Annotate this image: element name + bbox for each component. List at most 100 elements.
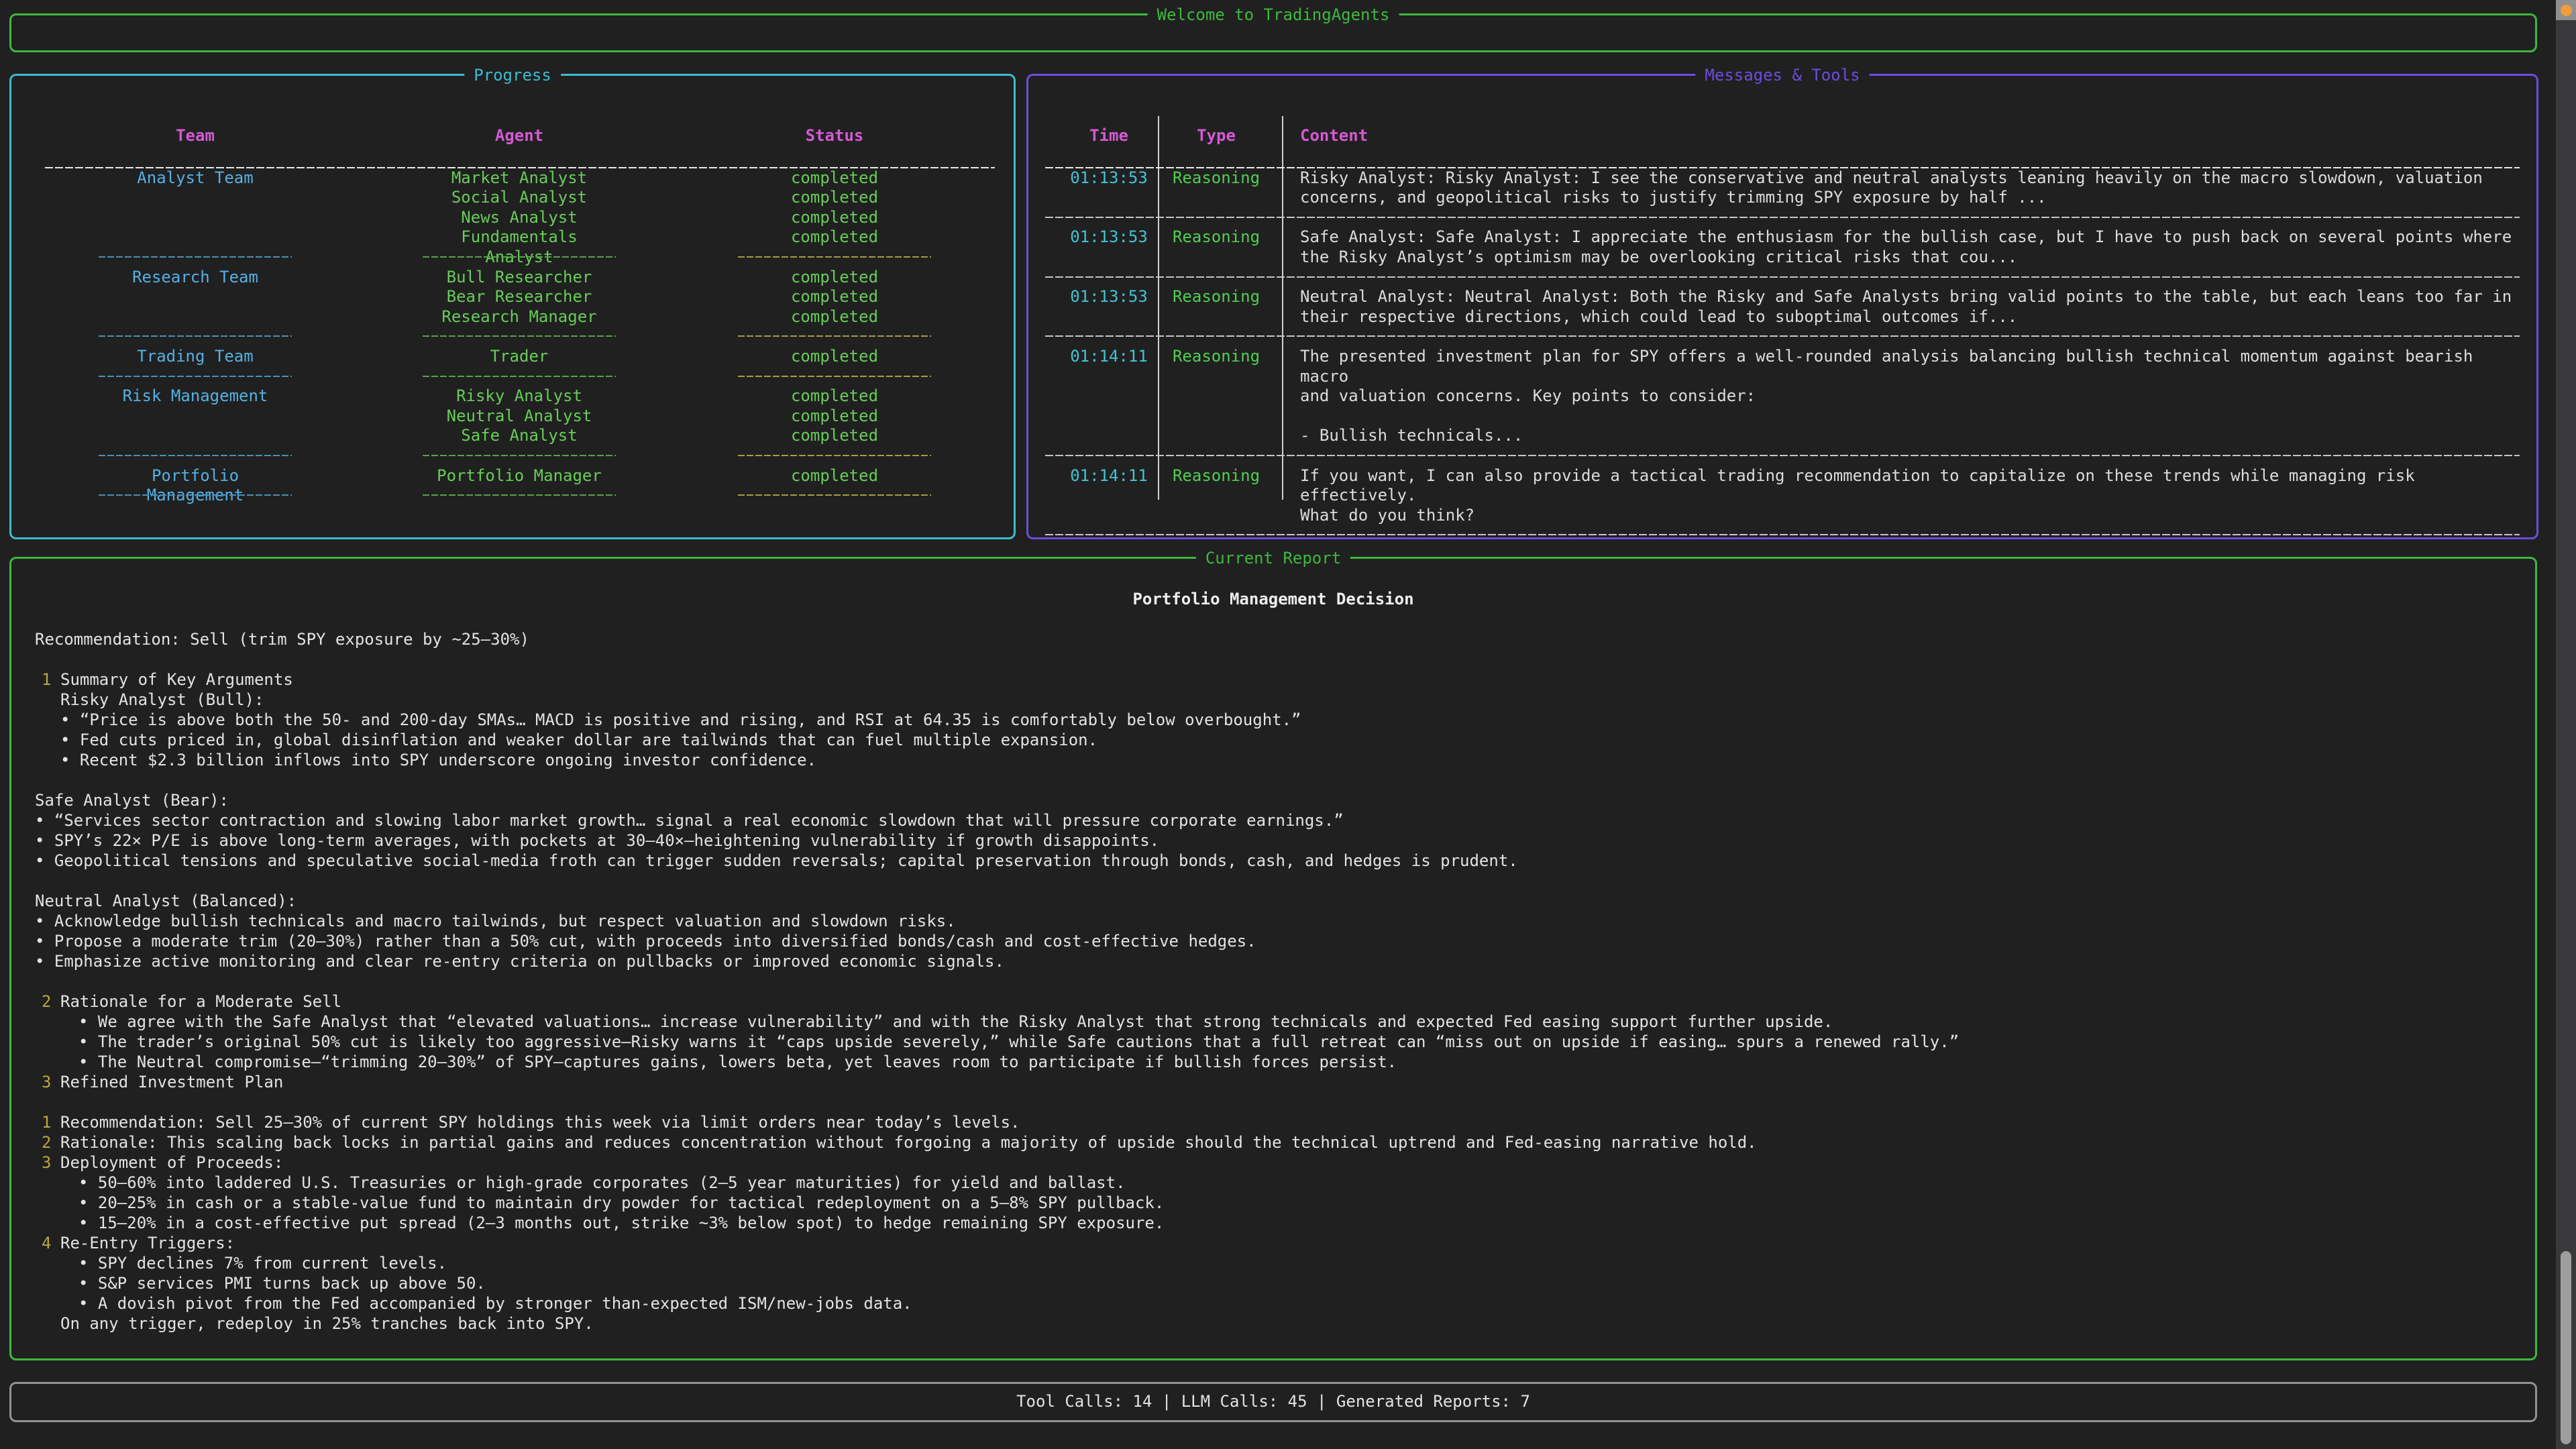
- list-number: 4: [42, 1233, 51, 1253]
- report-line: [11, 609, 2535, 629]
- status-cell: completed: [738, 287, 931, 307]
- report-line: Neutral Analyst (Balanced):: [11, 891, 2535, 911]
- tradingagents-terminal: Welcome to TradingAgents Progress TeamAg…: [0, 0, 2576, 1449]
- report-line: • “Services sector contraction and slowi…: [11, 810, 2535, 830]
- report-line: Risky Analyst (Bull):: [11, 690, 2535, 710]
- list-number: 3: [42, 1072, 51, 1092]
- agent-cell: Neutral Analyst: [423, 407, 616, 427]
- report-line-text: Portfolio Management Decision: [1132, 590, 1413, 608]
- report-line-text: Safe Analyst (Bear):: [35, 791, 229, 810]
- report-line-text: Rationale: This scaling back locks in pa…: [60, 1133, 1757, 1152]
- report-line: • Acknowledge bullish technicals and mac…: [11, 911, 2535, 931]
- report-line-text: • The trader’s original 50% cut is likel…: [78, 1032, 1959, 1051]
- list-number: 3: [42, 1152, 51, 1173]
- status-cell: completed: [738, 188, 931, 208]
- progress-table: TeamAgentStatusAnalyst TeamMarket Analys…: [11, 76, 1014, 506]
- report-line-text: Neutral Analyst (Balanced):: [35, 892, 297, 910]
- stats-text: Tool Calls: 14 | LLM Calls: 45 | Generat…: [1016, 1392, 1530, 1411]
- message-row: 01:14:11ReasoningIf you want, I can also…: [1028, 466, 2536, 526]
- scrollbar-track[interactable]: [2556, 0, 2576, 1449]
- report-line-text: • 20–25% in cash or a stable-value fund …: [78, 1193, 1164, 1212]
- report-line-text: • “Services sector contraction and slowi…: [35, 811, 1344, 830]
- column-header: Time: [1059, 126, 1159, 146]
- progress-header-row: TeamAgentStatus: [11, 126, 1014, 146]
- message-type: Reasoning: [1166, 347, 1267, 367]
- report-line-text: • Fed cuts priced in, global disinflatio…: [60, 731, 1097, 749]
- message-content: Neutral Analyst: Neutral Analyst: Both t…: [1300, 287, 2513, 327]
- team-cell: Trading Team: [99, 347, 292, 367]
- report-line-text: Deployment of Proceeds:: [60, 1153, 283, 1172]
- status-cell: completed: [738, 208, 931, 228]
- team-cell: Research Team: [99, 268, 292, 288]
- report-line-text: • A dovish pivot from the Fed accompanie…: [78, 1294, 912, 1313]
- separator-line: [1045, 335, 2520, 337]
- progress-row: Research Manager completed: [11, 307, 1014, 327]
- report-line-text: Rationale for a Moderate Sell: [60, 992, 341, 1011]
- report-line: • The trader’s original 50% cut is likel…: [11, 1032, 2535, 1052]
- report-line: • S&P services PMI turns back up above 5…: [11, 1273, 2535, 1293]
- progress-row: Social Analystcompleted: [11, 188, 1014, 208]
- progress-group-separator: [11, 367, 1014, 387]
- progress-group-separator: [11, 327, 1014, 347]
- report-line: [11, 649, 2535, 669]
- report-line: Safe Analyst (Bear):: [11, 790, 2535, 810]
- column-header: Agent: [423, 126, 616, 146]
- progress-panel: Progress TeamAgentStatusAnalyst TeamMark…: [9, 74, 1016, 539]
- column-header: Content: [1300, 126, 1368, 146]
- message-content: The presented investment plan for SPY of…: [1300, 347, 2513, 446]
- scrollbar-thumb[interactable]: [2561, 1251, 2571, 1444]
- separator-line-agent: [423, 256, 616, 258]
- report-line: • 15–20% in a cost-effective put spread …: [11, 1213, 2535, 1233]
- separator-line-agent: [423, 494, 616, 496]
- separator-line-team: [99, 455, 292, 456]
- report-line: [11, 971, 2535, 991]
- report-line: Recommendation: Sell (trim SPY exposure …: [11, 629, 2535, 649]
- separator-line-agent: [423, 335, 616, 337]
- separator-line-status: [738, 335, 931, 337]
- messages-panel: Messages & Tools TimeTypeContent01:13:53…: [1026, 74, 2538, 539]
- report-line-text: Recommendation: Sell 25–30% of current S…: [60, 1113, 1020, 1132]
- column-header: Type: [1166, 126, 1267, 146]
- progress-row: Analyst TeamMarket Analystcompleted: [11, 168, 1014, 189]
- agent-cell: Safe Analyst: [423, 426, 616, 446]
- scrollbar-top-button[interactable]: [2556, 0, 2576, 20]
- report-line-text: Re-Entry Triggers:: [60, 1234, 235, 1252]
- agent-cell: Bear Researcher: [423, 287, 616, 307]
- status-cell: completed: [738, 307, 931, 327]
- agent-cell: Bull Researcher: [423, 268, 616, 288]
- message-content: If you want, I can also provide a tactic…: [1300, 466, 2513, 526]
- message-type: Reasoning: [1166, 287, 1267, 307]
- separator-line-team: [99, 376, 292, 377]
- message-type: Reasoning: [1166, 466, 1267, 486]
- report-line: 1Summary of Key Arguments: [11, 669, 2535, 690]
- message-type: Reasoning: [1166, 227, 1267, 248]
- message-row: 01:13:53ReasoningRisky Analyst: Risky An…: [1028, 168, 2536, 208]
- report-line-text: • S&P services PMI turns back up above 5…: [78, 1274, 486, 1293]
- report-body: Portfolio Management Decision Recommendat…: [11, 589, 2535, 1334]
- report-panel-title: Current Report: [1196, 547, 1350, 569]
- report-line: • Propose a moderate trim (20–30%) rathe…: [11, 931, 2535, 951]
- column-header: Status: [738, 126, 931, 146]
- messages-table: Time Type Content 01:13:53ReasoningRisky An…: [1028, 76, 2536, 545]
- message-time: 01:14:11: [1059, 347, 1159, 367]
- list-number: 2: [42, 991, 51, 1012]
- status-cell: completed: [738, 426, 931, 446]
- separator-line: [1045, 276, 2520, 278]
- separator-line-agent: [423, 455, 616, 456]
- report-line-text: • SPY’s 22× P/E is above long-term avera…: [35, 831, 1159, 850]
- agent-cell: Research Manager: [423, 307, 616, 327]
- message-row-separator: [1028, 208, 2536, 228]
- list-number: 1: [42, 669, 51, 690]
- report-line-text: • “Price is above both the 50- and 200-d…: [60, 710, 1301, 729]
- welcome-panel: Welcome to TradingAgents: [9, 13, 2537, 52]
- status-cell: completed: [738, 347, 931, 367]
- report-line-text: • The Neutral compromise—“trimming 20–30…: [78, 1053, 1397, 1071]
- message-row-separator: [1028, 525, 2536, 545]
- status-cell: completed: [738, 227, 931, 248]
- progress-group-separator: [11, 446, 1014, 466]
- progress-row: Safe Analyst completed: [11, 426, 1014, 446]
- progress-row: Research TeamBull Researchercompleted: [11, 268, 1014, 288]
- message-row-separator: [1028, 327, 2536, 347]
- team-cell: Risk Management: [99, 386, 292, 407]
- message-row-separator: [1028, 446, 2536, 466]
